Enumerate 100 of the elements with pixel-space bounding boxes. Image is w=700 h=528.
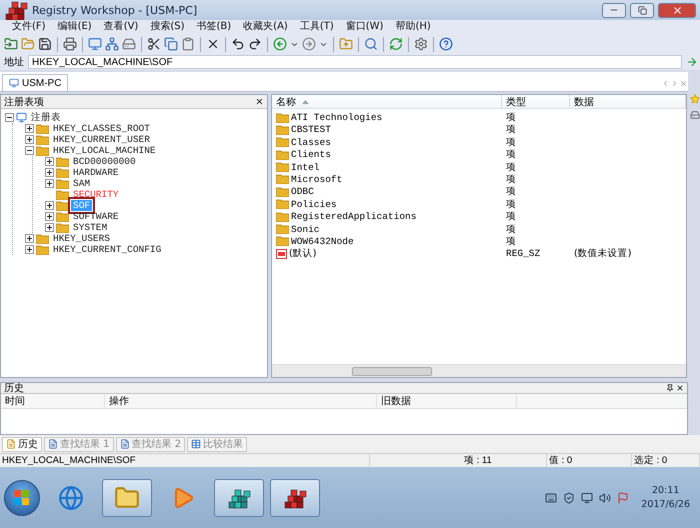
- collapse-icon[interactable]: [25, 146, 34, 155]
- search-button[interactable]: [364, 37, 378, 51]
- column-header[interactable]: 操作: [105, 394, 377, 408]
- paste-button[interactable]: [181, 37, 195, 51]
- close-icon[interactable]: [255, 97, 264, 106]
- computer-button[interactable]: [88, 37, 102, 51]
- menu-item[interactable]: 工具(T): [294, 20, 340, 34]
- cut-button[interactable]: [147, 37, 161, 51]
- tree-item[interactable]: HKEY_LOCAL_MACHINE: [51, 145, 158, 156]
- tree-item[interactable]: SAM: [71, 178, 92, 189]
- menu-item[interactable]: 搜索(S): [144, 20, 190, 34]
- shield-icon[interactable]: [563, 492, 576, 504]
- expand-icon[interactable]: [25, 234, 34, 243]
- expand-icon[interactable]: [25, 245, 34, 254]
- tree-item[interactable]: HARDWARE: [71, 167, 121, 178]
- app-icon: [4, 0, 28, 22]
- name-cell: (默认): [272, 247, 502, 260]
- folder-icon: [276, 199, 289, 210]
- folder-icon: [56, 200, 69, 210]
- menu-item[interactable]: 查看(V): [98, 20, 144, 34]
- address-label: 地址: [4, 56, 24, 69]
- restore-button[interactable]: [630, 2, 654, 18]
- menu-item[interactable]: 文件(F): [6, 20, 52, 34]
- save-button[interactable]: [38, 37, 52, 51]
- type-cell-text: 项: [505, 234, 517, 248]
- menu-item[interactable]: 编辑(E): [52, 20, 98, 34]
- expand-icon[interactable]: [45, 212, 54, 221]
- pin-icon[interactable]: [666, 384, 674, 392]
- printer-button[interactable]: [63, 37, 77, 51]
- document-icon: [120, 439, 130, 449]
- drive-icon[interactable]: [690, 110, 700, 120]
- expand-icon[interactable]: [45, 223, 54, 232]
- tree-item[interactable]: HKEY_CURRENT_USER: [51, 134, 152, 145]
- window-title: Registry Workshop - [USM-PC]: [32, 4, 198, 16]
- column-header[interactable]: 时间: [1, 394, 105, 408]
- go-icon[interactable]: [686, 56, 698, 68]
- drive-button[interactable]: [122, 37, 136, 51]
- name-cell: Sonic: [272, 224, 502, 235]
- copy-button[interactable]: [164, 37, 178, 51]
- menu-item[interactable]: 帮助(H): [389, 20, 437, 34]
- monitor-icon[interactable]: [581, 492, 594, 504]
- start-button[interactable]: [4, 480, 40, 516]
- redo-button[interactable]: [248, 37, 262, 51]
- close-icon[interactable]: [676, 384, 684, 392]
- panel-tab[interactable]: 历史: [2, 436, 42, 452]
- windows-logo-icon: [14, 490, 30, 506]
- folder-icon: [56, 156, 69, 166]
- name-cell: ATI Technologies: [272, 112, 502, 123]
- menu-item[interactable]: 收藏夹(A): [237, 20, 294, 34]
- delete-button[interactable]: [206, 37, 220, 51]
- folder-icon: [114, 484, 140, 510]
- type-cell-text: 项: [505, 160, 517, 174]
- tree-item[interactable]: HKEY_CLASSES_ROOT: [51, 123, 152, 134]
- taskbar-app[interactable]: [214, 478, 264, 516]
- tree-item[interactable]: HKEY_CURRENT_CONFIG: [51, 244, 164, 255]
- address-field[interactable]: HKEY_LOCAL_MACHINE\SOF: [28, 55, 682, 69]
- document-tab[interactable]: USM-PC: [2, 74, 68, 91]
- tree-item[interactable]: BCD00000000: [71, 156, 138, 167]
- column-header[interactable]: 名称: [272, 95, 502, 109]
- collapse-icon[interactable]: [5, 113, 14, 122]
- close-icon: [672, 4, 682, 16]
- expand-icon[interactable]: [45, 201, 54, 210]
- taskbar-app[interactable]: [270, 478, 320, 516]
- expand-icon[interactable]: [25, 135, 34, 144]
- flag-icon[interactable]: [617, 492, 630, 504]
- column-header[interactable]: 旧数据: [377, 394, 517, 408]
- tree-item[interactable]: HKEY_USERS: [51, 233, 112, 244]
- star-icon[interactable]: [690, 94, 700, 104]
- menu-item[interactable]: 窗口(W): [340, 20, 390, 34]
- expand-icon[interactable]: [45, 168, 54, 177]
- menu-item[interactable]: 书签(B): [190, 20, 238, 34]
- keyboard-icon[interactable]: [545, 492, 558, 504]
- folder-icon: [56, 222, 69, 232]
- folder-icon: [276, 124, 289, 135]
- computer-icon: [9, 78, 19, 88]
- restore-icon: [638, 6, 646, 14]
- expand-icon[interactable]: [45, 179, 54, 188]
- type-cell-text: 项: [505, 136, 517, 149]
- tree-item[interactable]: SOFTWARE: [71, 211, 121, 222]
- volume-icon[interactable]: [599, 492, 612, 504]
- refresh-button[interactable]: [389, 37, 403, 51]
- help-button[interactable]: [439, 37, 453, 51]
- close-button[interactable]: [658, 2, 696, 18]
- column-header[interactable]: 类型: [502, 95, 570, 109]
- undo-button[interactable]: [231, 37, 245, 51]
- folder-icon: [276, 212, 289, 222]
- browser-icon: [58, 484, 84, 510]
- tree-item[interactable]: SYSTEM: [71, 222, 110, 233]
- name-cell: CBSTEST: [272, 124, 502, 136]
- folder-icon: [276, 236, 289, 246]
- clock[interactable]: 20:11 2017/6/26: [635, 484, 696, 512]
- column-header[interactable]: 数据: [570, 95, 686, 109]
- tree-item[interactable]: SECURITY: [71, 189, 121, 200]
- tree-item[interactable]: 注册表: [29, 111, 63, 124]
- network-button[interactable]: [105, 37, 119, 51]
- settings-button[interactable]: [414, 37, 428, 51]
- horizontal-scrollbar[interactable]: [272, 364, 686, 377]
- expand-icon[interactable]: [25, 124, 34, 133]
- expand-icon[interactable]: [45, 157, 54, 166]
- import-button[interactable]: [4, 37, 18, 51]
